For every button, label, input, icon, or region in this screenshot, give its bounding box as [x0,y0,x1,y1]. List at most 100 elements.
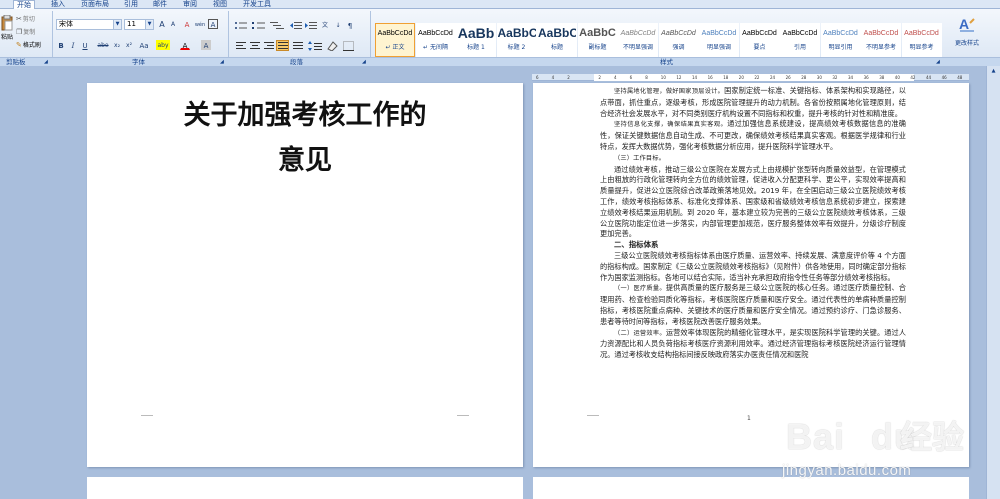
line-spacing-icon[interactable] [308,41,322,51]
strikethrough-button[interactable]: abe [96,40,110,50]
clear-format-button[interactable]: A [182,19,192,29]
paste-label: 粘贴 [0,34,13,41]
style-name: 明显引用 [828,44,853,51]
style-sample: AaBbC [579,27,616,39]
style-option[interactable]: AaBbC 副标题 [577,23,618,57]
style-option[interactable]: AaBbCcDd 不明显强调 [618,23,658,57]
vertical-scrollbar[interactable]: ▲ [986,66,1000,499]
char-border-button[interactable]: A [208,19,218,29]
style-sample: AaBbCcDd [863,30,899,37]
decrease-indent-icon[interactable] [290,21,302,30]
style-option[interactable]: AaBbCcDd 明显参考 [901,23,942,57]
change-styles-button[interactable]: A 更改样式 [944,15,990,47]
paragraph: 坚持信息化支撑，确保结果真实客观。通过加强信息系统建设，提高绩效考核数据信息的准… [600,119,906,151]
style-name: 不明显强调 [622,44,653,51]
show-marks-icon[interactable]: ¶ [345,20,355,30]
change-case-button[interactable]: Aa [138,40,150,50]
numbering-icon[interactable] [252,21,266,30]
chinese-layout-icon[interactable]: 文 [320,20,330,30]
format-painter-button[interactable]: ✎ 格式刷 [16,40,41,50]
font-name-select[interactable]: 宋体 ▼ [56,19,122,30]
copy-icon: ❐ [16,27,23,36]
cut-button[interactable]: ✂ 剪切 [16,14,35,24]
italic-button[interactable]: I [68,40,78,50]
style-sample: AaBbC [538,26,576,40]
tab-home[interactable]: 开始 [13,0,35,9]
ruler-tick: 14 [692,75,698,80]
borders-icon[interactable] [343,41,354,51]
margin-mark [457,415,469,416]
grow-font-button[interactable]: A [157,19,167,29]
tab-view[interactable]: 视图 [210,0,230,9]
paste-button[interactable]: 粘贴 [0,15,14,41]
shrink-font-button[interactable]: A [168,19,178,29]
style-option[interactable]: AaBbCcDd 引用 [780,23,820,57]
highlight-button[interactable]: aby [156,40,170,50]
brush-icon: ✎ [16,40,22,49]
paragraph: 通过绩效考核，推动三级公立医院在发展方式上由规模扩张型转向质量效益型，在管理模式… [600,164,906,239]
style-name: 标题 2 [507,44,526,51]
align-center-icon[interactable] [250,42,261,51]
divider [370,11,371,63]
document-page-3[interactable] [87,477,523,499]
scroll-up-icon[interactable]: ▲ [989,68,998,76]
bold-button[interactable]: B [56,40,66,50]
watermark-brand: Bai du [786,416,918,457]
subscript-button[interactable]: x₂ [112,40,122,50]
tab-page-layout[interactable]: 页面布局 [78,0,112,9]
ruler-tick: 26 [785,75,791,80]
tab-review[interactable]: 审阅 [180,0,200,9]
section-heading: 二、指标体系 [614,240,659,250]
document-page-2[interactable]: 坚持属地化管理，做好国家顶层设计。国家制定统一标准、关键指标、体系架构和实现路径… [533,83,969,467]
tab-references[interactable]: 引用 [121,0,141,9]
divider [52,11,53,63]
style-name: 副标题 [588,44,607,51]
font-color-button[interactable]: A [180,40,190,50]
style-sample: AaBbCcDd [782,30,818,37]
ruler-tick: 40 [894,75,900,80]
phonetic-guide-button[interactable]: wén [193,19,207,29]
ruler-tick: 20 [738,75,744,80]
sort-icon[interactable]: ↓ [333,20,343,30]
shading-icon[interactable] [326,41,338,51]
style-option[interactable]: AaBbCcDd ↵ 正文 [375,23,415,57]
ribbon-tabs: 开始 插入 页面布局 引用 邮件 审阅 视图 开发工具 [0,0,1000,9]
style-option[interactable]: AaBbCcDd 不明显参考 [861,23,901,57]
ruler-tick: 18 [723,75,729,80]
bullets-icon[interactable] [234,21,248,30]
align-right-icon[interactable] [264,42,275,51]
chevron-down-icon: ▼ [145,20,153,29]
style-option[interactable]: AaBbCcDd 明显强调 [699,23,739,57]
style-option[interactable]: AaBbC 标题 [537,23,577,57]
style-option[interactable]: AaBbCcDd 强调 [658,23,699,57]
copy-button[interactable]: ❐ 复制 [16,27,35,37]
tab-mailings[interactable]: 邮件 [150,0,170,9]
margin-mark [587,415,599,416]
distribute-icon[interactable] [293,42,304,51]
ruler-tick: 4 [614,75,617,80]
tab-developer[interactable]: 开发工具 [240,0,274,9]
document-page-1[interactable]: 关于加强考核工作的 意见 [87,83,523,467]
style-name: 要点 [753,44,766,51]
baidu-paw-logo [749,417,787,459]
style-option[interactable]: AaBbCcDd 明显引用 [820,23,861,57]
style-option[interactable]: AaBbCcDd ↵ 无间隔 [415,23,456,57]
tab-insert[interactable]: 插入 [48,0,68,9]
style-option[interactable]: AaBbCcDd 要点 [739,23,780,57]
ruler-tick: 34 [848,75,854,80]
horizontal-ruler[interactable]: 6 4 2 2 4 6 8 10 12 14 16 18 20 22 24 26 28 30 32 34 36 38 40 4… [532,74,969,81]
char-shading-button[interactable]: A [201,40,211,50]
ruler-tick: 24 [770,75,776,80]
font-size-select[interactable]: 11 ▼ [124,19,154,30]
align-left-icon[interactable] [236,42,247,51]
justify-icon[interactable] [276,40,289,51]
chevron-down-icon: ▼ [113,20,121,29]
superscript-button[interactable]: x² [124,40,134,50]
style-option[interactable]: AaBb 标题 1 [456,23,496,57]
increase-indent-icon[interactable] [305,21,317,30]
style-option[interactable]: AaBbC 标题 2 [496,23,537,57]
style-sample: AaBbCcDd [661,30,696,37]
style-name: 明显强调 [706,44,731,51]
multilevel-list-icon[interactable] [270,21,284,30]
underline-button[interactable]: U [80,40,90,50]
